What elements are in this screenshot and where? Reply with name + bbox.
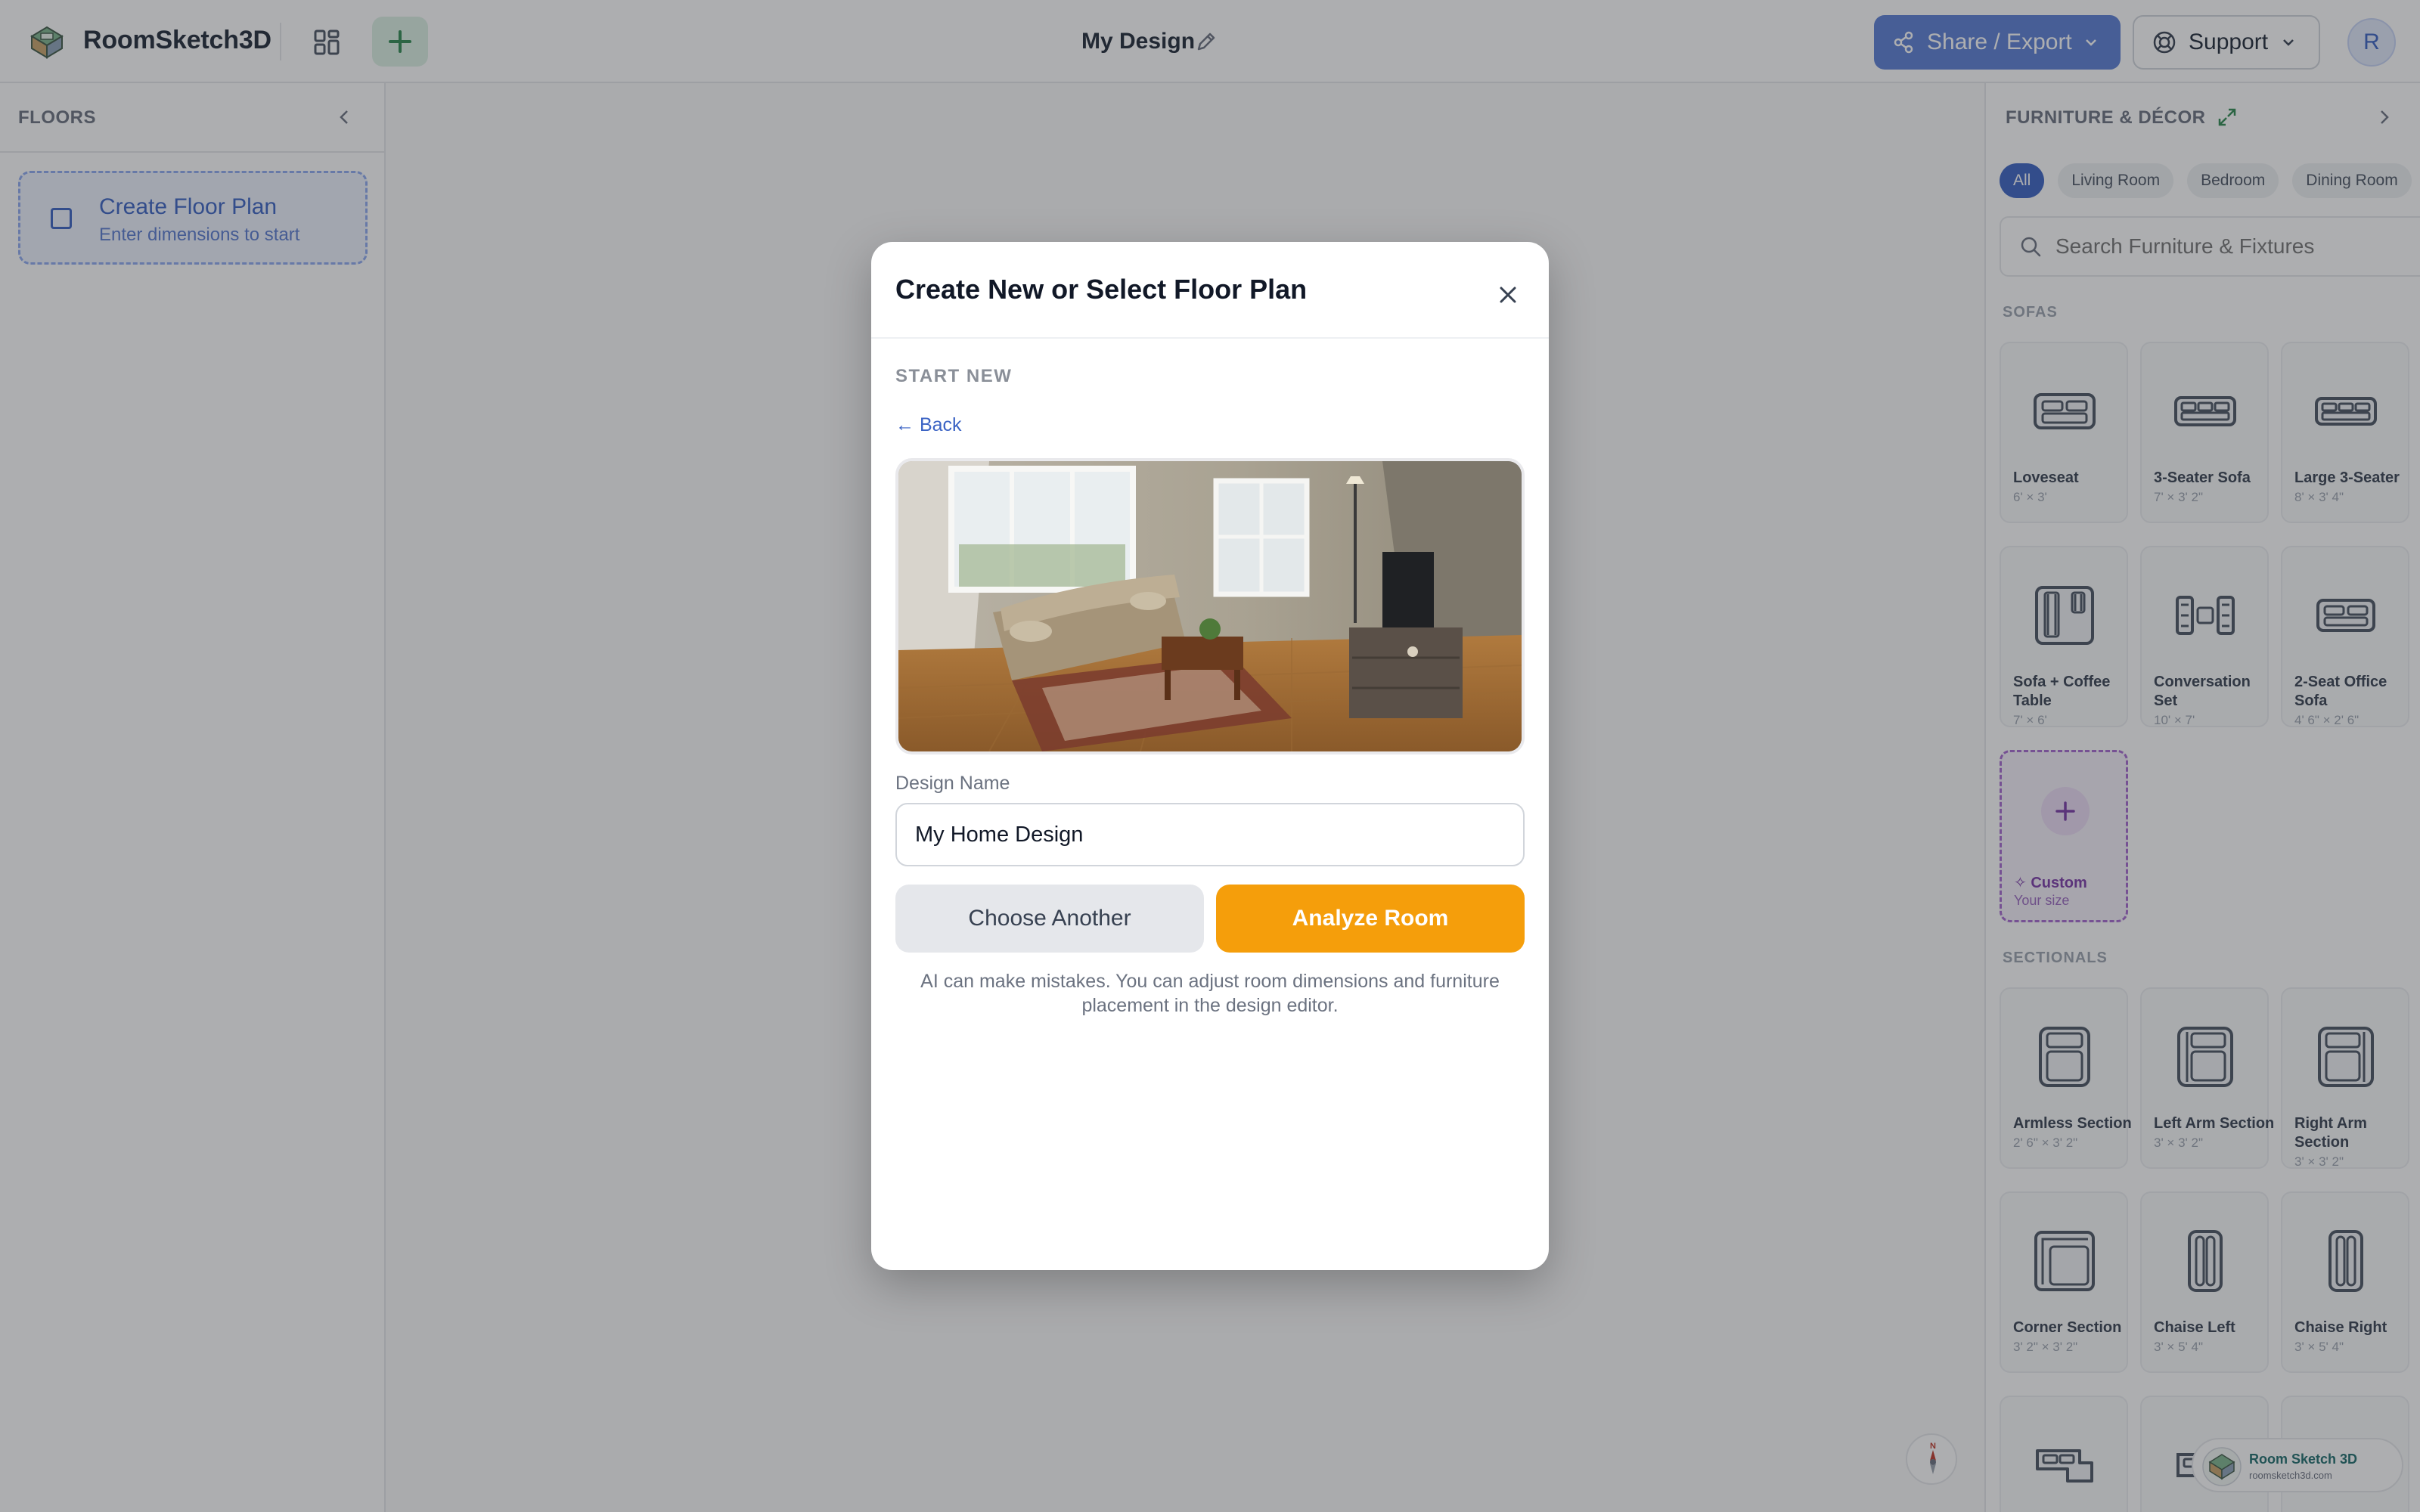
ai-disclaimer: AI can make mistakes. You can adjust roo…	[920, 971, 1500, 1016]
close-button[interactable]	[1485, 272, 1531, 318]
start-new-label: START NEW	[895, 366, 1013, 386]
design-name-input[interactable]	[895, 803, 1525, 866]
design-name-label: Design Name	[895, 773, 1010, 794]
choose-another-button[interactable]: Choose Another	[895, 885, 1204, 953]
back-link[interactable]: ← Back	[895, 414, 962, 436]
modal-divider	[871, 337, 1549, 339]
analyze-room-button[interactable]: Analyze Room	[1216, 885, 1525, 953]
floor-plan-modal: Create New or Select Floor Plan START NE…	[871, 242, 1549, 1270]
close-icon	[1500, 287, 1516, 303]
modal-title: Create New or Select Floor Plan	[895, 274, 1308, 305]
room-photo	[895, 458, 1525, 754]
